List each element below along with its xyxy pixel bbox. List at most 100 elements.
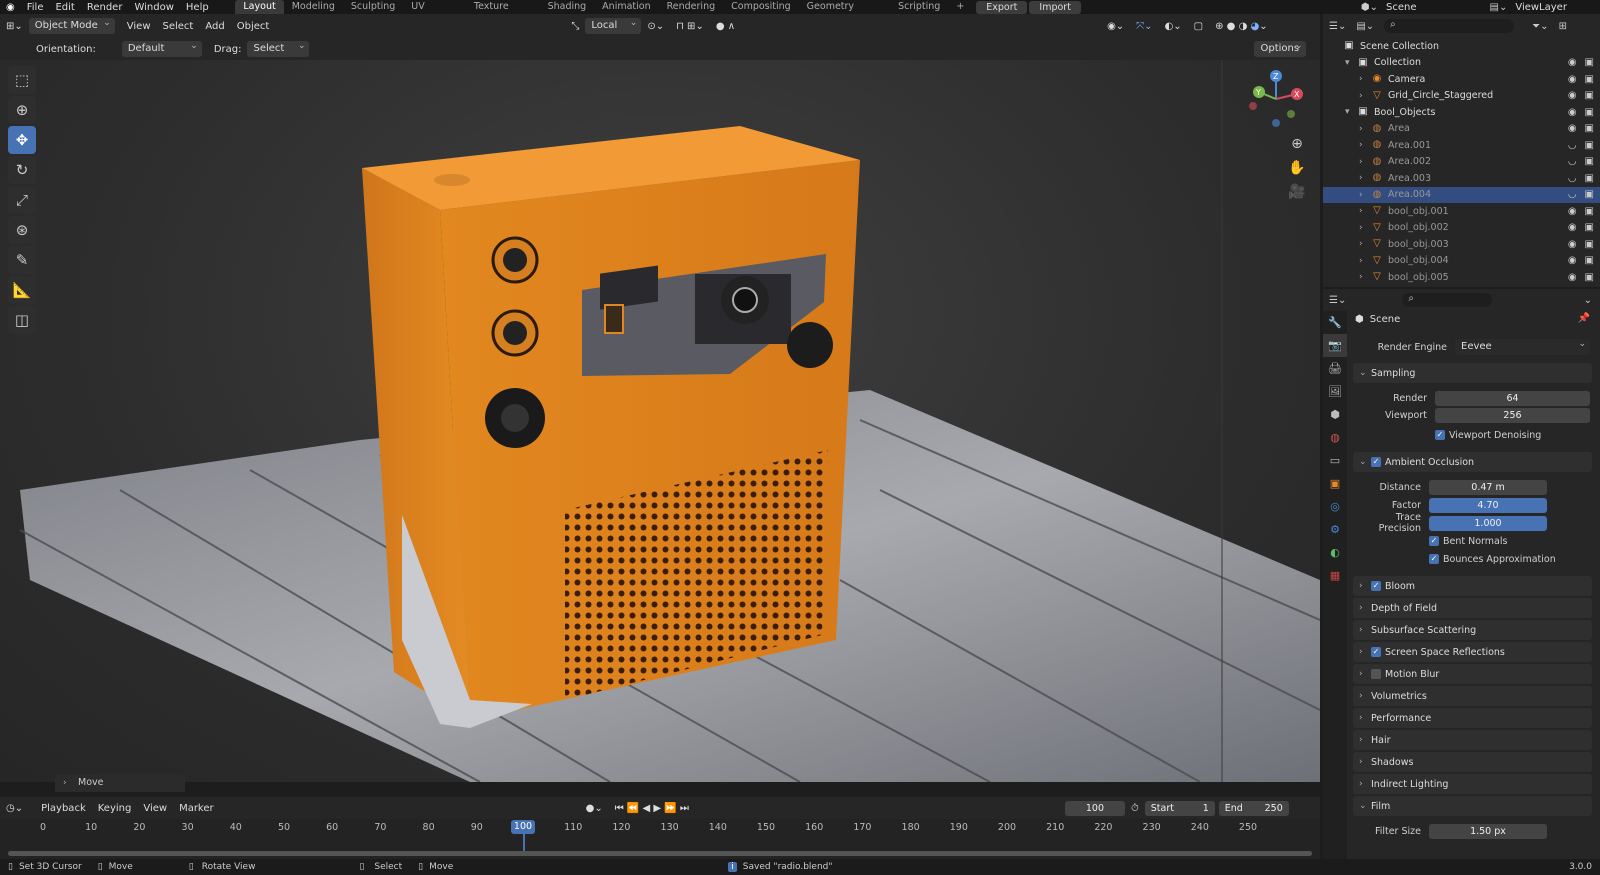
menu-marker[interactable]: Marker: [173, 803, 220, 814]
move-icon[interactable]: ✥: [8, 126, 36, 154]
outliner-row[interactable]: ▣ Scene Collection: [1323, 38, 1600, 55]
render-toggle-icon[interactable]: ▣: [1585, 206, 1594, 217]
properties-search-input[interactable]: ⌕: [1402, 293, 1493, 307]
tab-texture-paint[interactable]: Texture Paint: [466, 0, 540, 26]
eye-icon[interactable]: ◉: [1568, 222, 1577, 233]
tab-shading[interactable]: Shading: [540, 0, 595, 14]
expand-chevron-icon[interactable]: ›: [1359, 140, 1371, 150]
transform-icon[interactable]: ⊛: [8, 216, 36, 244]
timeline-editor-icon[interactable]: ◷⌄: [0, 803, 29, 814]
panel-header[interactable]: › Subsurface Scattering: [1353, 620, 1592, 640]
outliner-row[interactable]: › ▽ bool_obj.002 ◉ ▣: [1323, 220, 1600, 237]
eye-icon[interactable]: ◡: [1568, 140, 1577, 151]
render-toggle-icon[interactable]: ▣: [1585, 140, 1594, 151]
shading-modes-icon[interactable]: ⊕ ● ◑ ◕⌄: [1209, 21, 1274, 32]
eye-icon[interactable]: ◉: [1568, 90, 1577, 101]
panel-header[interactable]: › Depth of Field: [1353, 598, 1592, 618]
annotate-icon[interactable]: ✎: [8, 246, 36, 274]
render-engine-dropdown[interactable]: Eevee: [1455, 336, 1590, 355]
tab-layout[interactable]: Layout: [235, 0, 284, 14]
playback-controls[interactable]: ⏮ ⏪ ◀ ▶ ⏩ ⏭: [609, 803, 695, 814]
object-tab-icon[interactable]: ▣: [1323, 472, 1347, 495]
world-tab-icon[interactable]: ◍: [1323, 426, 1347, 449]
pan-hand-icon[interactable]: ✋: [1285, 160, 1309, 182]
tool-tab-icon[interactable]: 🔧: [1323, 311, 1347, 334]
bounces-checkbox[interactable]: ✓: [1429, 554, 1439, 564]
select-box-icon[interactable]: ⬚: [8, 66, 36, 94]
render-toggle-icon[interactable]: ▣: [1585, 239, 1594, 250]
expand-chevron-icon[interactable]: ▾: [1345, 58, 1357, 68]
tab-rendering[interactable]: Rendering: [659, 0, 724, 14]
eye-icon[interactable]: ◉: [1568, 272, 1577, 283]
snap-icon[interactable]: ⊓ ⊞⌄: [670, 21, 710, 32]
import-button[interactable]: Import: [1029, 0, 1081, 14]
expand-chevron-icon[interactable]: ›: [1359, 272, 1371, 282]
record-icon[interactable]: ●⌄: [580, 803, 609, 814]
expand-chevron-icon[interactable]: ▾: [1345, 107, 1357, 117]
outliner-row[interactable]: › ▽ bool_obj.003 ◉ ▣: [1323, 236, 1600, 253]
panel-header[interactable]: › ✓ Bloom: [1353, 576, 1592, 596]
outliner-editor-icon[interactable]: ☰⌄: [1329, 21, 1346, 32]
new-collection-icon[interactable]: ⊞: [1559, 21, 1567, 32]
render-toggle-icon[interactable]: ▣: [1585, 90, 1594, 101]
eye-icon[interactable]: ◡: [1568, 156, 1577, 167]
ao-distance-field[interactable]: 0.47 m: [1429, 479, 1547, 495]
eye-icon[interactable]: ◉: [1568, 74, 1577, 85]
proportional-icon[interactable]: ● ∧: [710, 21, 741, 32]
render-toggle-icon[interactable]: ▣: [1585, 222, 1594, 233]
ao-panel-header[interactable]: ⌄ ✓ Ambient Occlusion: [1353, 452, 1592, 472]
render-toggle-icon[interactable]: ▣: [1585, 272, 1594, 283]
film-panel-header[interactable]: ⌄ Film: [1353, 796, 1592, 816]
view-layer-icon[interactable]: ▤⌄: [1490, 2, 1508, 13]
eye-icon[interactable]: ◉: [1568, 57, 1577, 68]
panel-header[interactable]: › Volumetrics: [1353, 686, 1592, 706]
expand-chevron-icon[interactable]: ›: [1359, 157, 1371, 167]
tab-compositing[interactable]: Compositing: [723, 0, 799, 14]
menu-object[interactable]: Object: [231, 21, 276, 32]
export-button[interactable]: Export: [976, 0, 1028, 14]
filter-size-field[interactable]: 1.50 px: [1429, 823, 1547, 839]
outliner-row[interactable]: › ◍ Area.004 ◡ ▣: [1323, 186, 1600, 203]
properties-editor-icon[interactable]: ☰⌄: [1329, 295, 1346, 306]
outliner-row[interactable]: ▾ ▣ Collection ◉ ▣: [1323, 55, 1600, 72]
options-dropdown[interactable]: Options: [1254, 38, 1307, 57]
panel-header[interactable]: › ✓ Screen Space Reflections: [1353, 642, 1592, 662]
outliner-row[interactable]: › ◍ Area.001 ◡ ▣: [1323, 137, 1600, 154]
scene-icon[interactable]: ⬢⌄: [1361, 2, 1378, 13]
menu-select[interactable]: Select: [157, 21, 200, 32]
drag-dropdown[interactable]: Select Box: [247, 38, 310, 70]
outliner-row[interactable]: › ◍ Area.003 ◡ ▣: [1323, 170, 1600, 187]
measure-icon[interactable]: 📐: [8, 276, 36, 304]
orientation-dropdown[interactable]: Default: [121, 38, 202, 57]
render-toggle-icon[interactable]: ▣: [1585, 173, 1594, 184]
display-mode-icon[interactable]: ▤⌄: [1356, 21, 1374, 32]
xray-icon[interactable]: ▢: [1188, 21, 1209, 32]
tab-sculpting[interactable]: Sculpting: [343, 0, 403, 14]
collection-tab-icon[interactable]: ▭: [1323, 449, 1347, 472]
expand-chevron-icon[interactable]: ›: [1359, 239, 1371, 249]
pivot-icon[interactable]: ⊙⌄: [641, 21, 670, 32]
transform-orientation-dropdown[interactable]: Local: [585, 15, 642, 34]
overlay-icon[interactable]: ◐⌄: [1159, 21, 1188, 32]
view-layer-tab-icon[interactable]: 🖼: [1323, 380, 1347, 403]
end-frame-field[interactable]: End 250: [1218, 800, 1289, 816]
rotate-icon[interactable]: ↻: [8, 156, 36, 184]
expand-chevron-icon[interactable]: ›: [1359, 206, 1371, 216]
render-toggle-icon[interactable]: ▣: [1585, 255, 1594, 266]
menu-window[interactable]: Window: [128, 2, 179, 13]
constraints-tab-icon[interactable]: ⚙: [1323, 518, 1347, 541]
pin-icon[interactable]: 📌: [1578, 313, 1590, 324]
playhead[interactable]: 100: [511, 820, 535, 834]
panel-checkbox[interactable]: [1371, 669, 1381, 679]
outliner-search-input[interactable]: ⌕: [1384, 19, 1515, 33]
render-toggle-icon[interactable]: ▣: [1585, 107, 1594, 118]
cursor-icon[interactable]: ⊕: [8, 96, 36, 124]
viewport-samples-field[interactable]: 256: [1435, 407, 1590, 423]
menu-add[interactable]: Add: [199, 21, 230, 32]
expand-chevron-icon[interactable]: ›: [1359, 190, 1371, 200]
clock-icon[interactable]: ⏱: [1125, 803, 1145, 814]
outliner-row[interactable]: ▾ ▣ Bool_Objects ◉ ▣: [1323, 104, 1600, 121]
navigation-gizmo[interactable]: Z X Y: [1245, 68, 1307, 130]
eye-icon[interactable]: ◉: [1568, 107, 1577, 118]
panel-header[interactable]: › Indirect Lighting: [1353, 774, 1592, 794]
